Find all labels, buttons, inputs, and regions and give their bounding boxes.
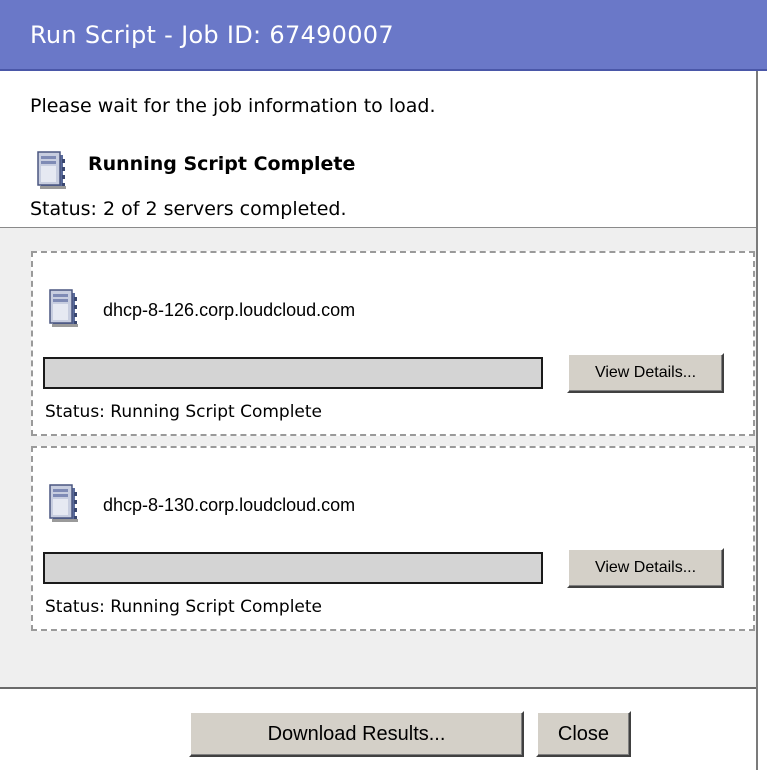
summary-status: Status: 2 of 2 servers completed. [30, 198, 347, 220]
summary-title: Running Script Complete [88, 153, 356, 175]
server-hostname: dhcp-8-130.corp.loudcloud.com [103, 495, 356, 515]
server-icon [49, 289, 78, 327]
server-panel: dhcp-8-130.corp.loudcloud.com View Detai… [31, 446, 755, 631]
job-summary-section: Please wait for the job information to l… [0, 71, 756, 229]
server-job-icon [37, 151, 66, 189]
server-progress-bar [43, 552, 543, 584]
download-results-button[interactable]: Download Results... [189, 711, 524, 757]
dialog-title: Run Script - Job ID: 67490007 [30, 20, 394, 49]
view-details-button[interactable]: View Details... [567, 548, 724, 588]
dialog-titlebar: Run Script - Job ID: 67490007 [0, 0, 767, 71]
server-status: Status: Running Script Complete [45, 402, 323, 422]
server-panel: dhcp-8-126.corp.loudcloud.com View Detai… [31, 251, 755, 436]
server-hostname: dhcp-8-126.corp.loudcloud.com [103, 300, 356, 320]
server-progress-bar [43, 357, 543, 389]
server-status: Status: Running Script Complete [45, 597, 323, 617]
server-list: dhcp-8-126.corp.loudcloud.com View Detai… [0, 228, 756, 687]
wait-message: Please wait for the job information to l… [30, 95, 436, 117]
dialog-right-border [756, 71, 767, 770]
dialog-footer: Download Results... Close [0, 689, 756, 770]
run-script-dialog: Run Script - Job ID: 67490007 Please wai… [0, 0, 767, 770]
close-button[interactable]: Close [536, 711, 631, 757]
view-details-button[interactable]: View Details... [567, 353, 724, 393]
server-icon [49, 484, 78, 522]
